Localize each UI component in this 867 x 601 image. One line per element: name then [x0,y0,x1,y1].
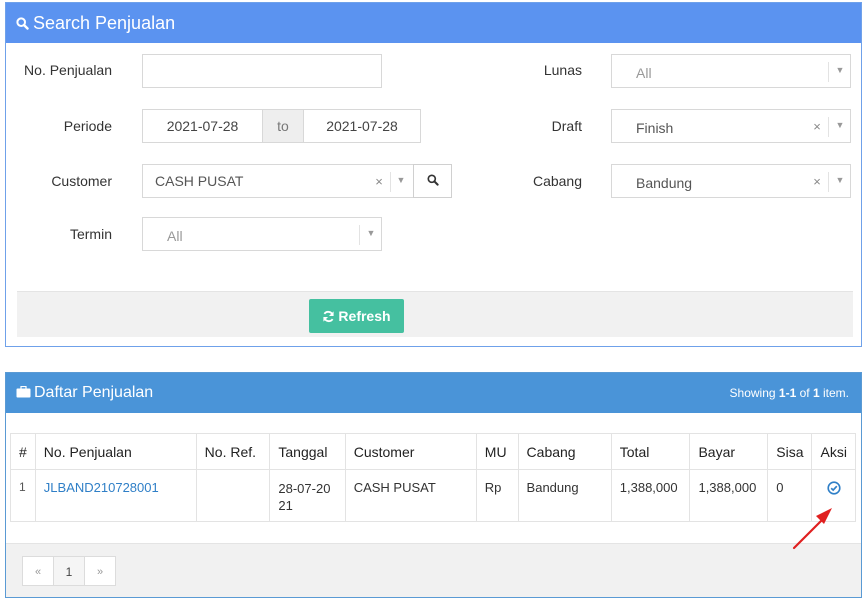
refresh-button-label: Refresh [338,308,391,324]
termin-select[interactable]: All ▼ [142,217,382,251]
table-header-row: # No. Penjualan No. Ref. Tanggal Custome… [10,433,856,470]
draft-clear-icon[interactable]: × [810,110,824,144]
chevron-down-icon[interactable]: ▼ [834,55,846,85]
search-footer [17,291,853,337]
cell-no-ref [195,469,271,522]
label-cabang: Cabang [532,173,582,189]
column-header-tanggal[interactable]: Tanggal [269,433,346,470]
cell-tanggal: 28-07-2021 [269,469,346,522]
cabang-clear-icon[interactable]: × [810,165,824,199]
label-customer: Customer [51,173,112,189]
search-panel: Search Penjualan No. Penjualan Periode C… [5,2,862,347]
search-panel-title: Search Penjualan [33,13,176,33]
periode-to-addon: to [263,109,303,143]
search-icon [16,4,29,44]
pagination: « 1 » [22,556,116,586]
table-row: 1 JLBAND210728001 28-07-2021 CASH PUSAT … [10,469,856,522]
label-no-penjualan: No. Penjualan [24,62,112,78]
pager-page-1[interactable]: 1 [53,556,85,586]
list-panel-title: Daftar Penjualan [16,373,153,414]
summary-range: 1-1 [778,386,797,400]
column-header-mu[interactable]: MU [475,433,519,470]
periode-from-input[interactable]: 2021-07-28 [142,109,263,143]
customer-select-value: CASH PUSAT [155,173,244,189]
select-divider [359,225,360,245]
chevron-down-icon[interactable]: ▼ [365,218,377,248]
list-footer: « 1 » [6,543,861,597]
select-divider [828,62,829,82]
chevron-down-icon[interactable]: ▼ [834,110,846,140]
label-termin: Termin [69,226,112,242]
column-header-aksi: Aksi [811,433,856,470]
summary-total: 1 [812,386,820,400]
column-header-sisa[interactable]: Sisa [767,433,813,470]
column-header-index[interactable]: # [10,433,36,470]
select-divider [390,172,391,192]
cell-cabang: Bandung [517,469,612,522]
summary-suffix: item. [822,386,849,400]
cell-total: 1,388,000 [610,469,691,522]
select-divider [828,117,829,137]
column-header-no-penjualan[interactable]: No. Penjualan [34,433,197,470]
cabang-select[interactable]: Bandung × ▼ [611,164,851,198]
pager-next[interactable]: » [84,556,116,586]
penjualan-table: # No. Penjualan No. Ref. Tanggal Custome… [10,433,856,522]
termin-select-value: All [167,228,183,244]
cabang-select-value: Bandung [636,175,693,191]
refresh-icon [322,301,335,335]
cell-index: 1 [10,469,36,522]
no-penjualan-link[interactable]: JLBAND210728001 [44,480,159,495]
search-icon [426,174,439,189]
cell-no-penjualan: JLBAND210728001 [34,469,197,522]
periode-to-input[interactable]: 2021-07-28 [303,109,421,143]
lunas-select-value: All [636,65,652,81]
chevron-down-icon[interactable]: ▼ [395,165,407,195]
column-header-no-ref[interactable]: No. Ref. [195,433,271,470]
select-divider [828,172,829,192]
list-title-text: Daftar Penjualan [34,384,154,401]
column-header-total[interactable]: Total [610,433,691,470]
column-header-cabang[interactable]: Cabang [517,433,612,470]
pager-prev[interactable]: « [22,556,54,586]
column-header-customer[interactable]: Customer [344,433,477,470]
draft-select[interactable]: Finish × ▼ [611,109,851,143]
cell-bayar: 1,388,000 [689,469,769,522]
list-panel-header: Daftar Penjualan Showing 1-1 of 1 item. [6,373,861,413]
briefcase-icon [16,374,31,414]
list-panel: Daftar Penjualan Showing 1-1 of 1 item. … [5,372,862,598]
check-circle-icon[interactable] [827,481,841,498]
label-lunas: Lunas [543,62,582,78]
list-summary: Showing 1-1 of 1 item. [730,373,849,413]
label-periode: Periode [63,118,112,134]
customer-clear-icon[interactable]: × [372,165,386,199]
customer-lookup-button[interactable] [413,164,452,198]
column-header-bayar[interactable]: Bayar [689,433,769,470]
no-penjualan-input[interactable] [142,54,382,88]
customer-select[interactable]: CASH PUSAT × ▼ [142,164,414,198]
summary-prefix: Showing [729,386,776,400]
chevron-down-icon[interactable]: ▼ [834,165,846,195]
cell-mu: Rp [475,469,519,522]
label-draft: Draft [551,118,582,134]
lunas-select[interactable]: All ▼ [611,54,851,88]
search-panel-header: Search Penjualan [6,3,861,43]
refresh-button[interactable]: Refresh [309,299,404,333]
cell-customer: CASH PUSAT [344,469,477,522]
draft-select-value: Finish [636,120,674,136]
summary-of: of [799,386,810,400]
annotation-arrow [792,508,832,550]
